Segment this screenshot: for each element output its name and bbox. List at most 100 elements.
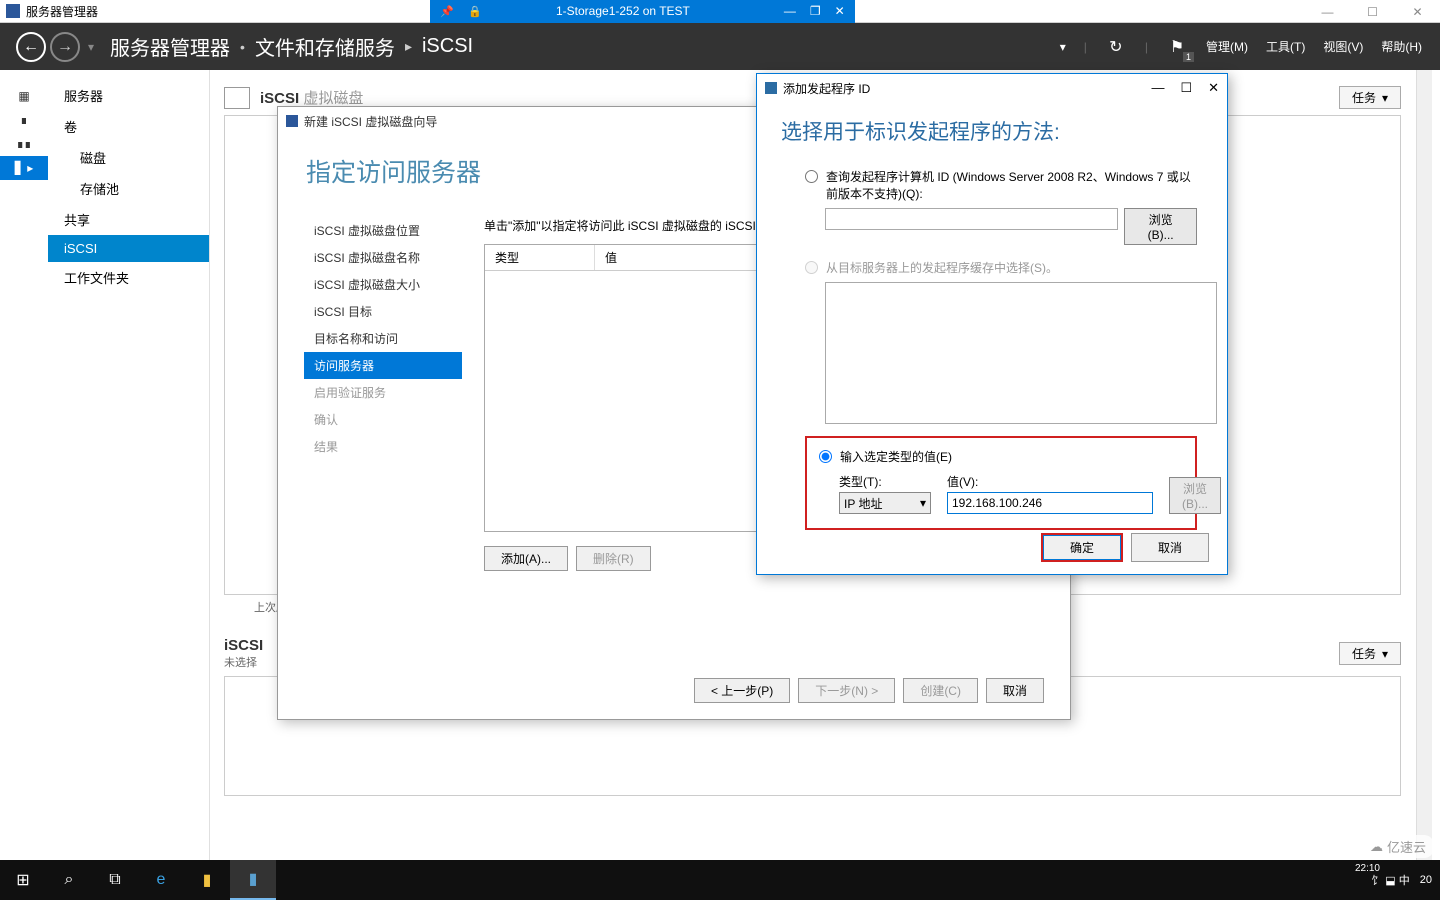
modal-titlebar[interactable]: 添加发起程序 ID — ☐ ✕ xyxy=(757,74,1227,102)
bc-files[interactable]: 文件和存储服务 xyxy=(255,32,395,61)
add-button[interactable]: 添加(A)... xyxy=(484,546,568,571)
nav-dropdown-icon[interactable]: ▾ xyxy=(84,40,94,54)
step-confirm: 确认 xyxy=(304,406,462,433)
nav-icon-local[interactable]: ∎ xyxy=(0,108,48,132)
cancel-button[interactable]: 取消 xyxy=(986,678,1044,703)
step-size[interactable]: iSCSI 虚拟磁盘大小 xyxy=(304,271,462,298)
opt1-label: 查询发起程序计算机 ID (Windows Server 2008 R2、Win… xyxy=(826,168,1197,202)
outer-close[interactable]: ✕ xyxy=(1395,0,1440,23)
flag-badge: 1 xyxy=(1183,52,1194,62)
step-name[interactable]: iSCSI 虚拟磁盘名称 xyxy=(304,244,462,271)
type-select[interactable]: IP 地址▾ xyxy=(839,492,931,514)
step-result: 结果 xyxy=(304,433,462,460)
chevron-down-icon: ▾ xyxy=(1382,647,1388,661)
ie-icon[interactable]: e xyxy=(138,860,184,900)
ok-button[interactable]: 确定 xyxy=(1043,535,1121,560)
opt3-label: 输入选定类型的值(E) xyxy=(840,448,1183,465)
watermark: ☁ 亿速云 xyxy=(1362,835,1434,858)
wizard-steps: iSCSI 虚拟磁盘位置 iSCSI 虚拟磁盘名称 iSCSI 虚拟磁盘大小 i… xyxy=(304,217,462,571)
step-location[interactable]: iSCSI 虚拟磁盘位置 xyxy=(304,217,462,244)
tree-servers[interactable]: 服务器 xyxy=(48,80,209,111)
tray-icons[interactable]: 饣 ⬓ 中 xyxy=(1371,872,1410,888)
opt2-label: 从目标服务器上的发起程序缓存中选择(S)。 xyxy=(826,259,1197,276)
left-nav-pane: ▦ ∎ ∎∎ ▋ ▸ 服务器 卷 磁盘 存储池 共享 iSCSI 工作文件夹 xyxy=(0,70,210,860)
refresh-separator: | xyxy=(1084,40,1087,54)
taskbar: ⊞ ⌕ ⧉ e ▮ ▮ 饣 ⬓ 中 20 22:10 xyxy=(0,860,1440,900)
section2-title: iSCSI xyxy=(224,637,263,654)
outer-minimize[interactable]: — xyxy=(1305,0,1350,23)
chevron-right-icon: • xyxy=(240,39,245,55)
header-dropdown-icon[interactable]: ▾ xyxy=(1060,40,1066,54)
tree-shares[interactable]: 共享 xyxy=(48,204,209,235)
radio-query[interactable] xyxy=(805,170,818,183)
tree-work[interactable]: 工作文件夹 xyxy=(48,262,209,293)
notifications-flag-icon[interactable]: ⚑1 xyxy=(1166,36,1188,58)
modal-header: 选择用于标识发起程序的方法: xyxy=(757,102,1227,156)
wizard-title: 新建 iSCSI 虚拟磁盘向导 xyxy=(304,113,437,130)
step-access[interactable]: 访问服务器 xyxy=(304,352,462,379)
tree-iscsi[interactable]: iSCSI xyxy=(48,235,209,262)
taskview-button[interactable]: ⧉ xyxy=(92,860,138,900)
bc-iscsi[interactable]: iSCSI xyxy=(422,35,473,58)
section1-title: iSCSI 虚拟磁盘 xyxy=(260,87,363,108)
pin-icon[interactable]: 📌 xyxy=(440,4,454,18)
browse-button-1[interactable]: 浏览(B)... xyxy=(1124,208,1197,245)
vm-titlebar: 服务器管理器 📌 🔒 1-Storage1-252 on TEST — ❐ ✕ … xyxy=(0,0,1440,23)
server-manager-task-icon[interactable]: ▮ xyxy=(230,860,276,900)
lock-icon[interactable]: 🔒 xyxy=(468,4,482,18)
refresh-icon[interactable]: ↻ xyxy=(1105,36,1127,58)
menu-view[interactable]: 视图(V) xyxy=(1323,38,1363,55)
browse-button-2: 浏览(B)... xyxy=(1169,477,1221,514)
ok-button-highlight: 确定 xyxy=(1041,533,1123,562)
main-scrollbar[interactable] xyxy=(1416,70,1432,860)
nav-back-button[interactable]: ← xyxy=(16,32,46,62)
clock[interactable]: 22:10 xyxy=(1355,863,1380,874)
server-manager-header: ← → ▾ 服务器管理器 • 文件和存储服务 ▸ iSCSI ▾ | ↻ | ⚑… xyxy=(0,23,1440,70)
nav-forward-button[interactable]: → xyxy=(50,32,80,62)
vm-connection-bar: 📌 🔒 1-Storage1-252 on TEST — ❐ ✕ xyxy=(430,0,855,23)
tasks-dropdown-2[interactable]: 任务▾ xyxy=(1339,642,1401,665)
tree-disks[interactable]: 磁盘 xyxy=(48,142,209,173)
remove-button: 删除(R) xyxy=(576,546,651,571)
app-title: 服务器管理器 xyxy=(26,3,98,20)
section2-sub: 未选择 xyxy=(224,654,263,670)
radio-cache xyxy=(805,261,818,274)
th-type[interactable]: 类型 xyxy=(485,245,595,270)
modal-cancel-button[interactable]: 取消 xyxy=(1131,533,1209,562)
tasks-dropdown-1[interactable]: 任务▾ xyxy=(1339,86,1401,109)
tree-pools[interactable]: 存储池 xyxy=(48,173,209,204)
menu-manage[interactable]: 管理(M) xyxy=(1206,38,1248,55)
vm-title: 1-Storage1-252 on TEST xyxy=(496,4,750,18)
search-button[interactable]: ⌕ xyxy=(46,860,92,900)
explorer-icon[interactable]: ▮ xyxy=(184,860,230,900)
modal-close[interactable]: ✕ xyxy=(1208,80,1219,96)
tree-volumes[interactable]: 卷 xyxy=(48,111,209,142)
vm-minimize-icon[interactable]: — xyxy=(784,4,796,18)
menu-help[interactable]: 帮助(H) xyxy=(1381,38,1422,55)
step-target[interactable]: iSCSI 目标 xyxy=(304,298,462,325)
modal-maximize[interactable]: ☐ xyxy=(1180,80,1192,96)
radio-enter-value[interactable] xyxy=(819,450,832,463)
start-button[interactable]: ⊞ xyxy=(0,860,46,900)
nav-icon-files[interactable]: ▋ ▸ xyxy=(0,156,48,180)
wizard-icon xyxy=(286,115,298,127)
nav-icon-all[interactable]: ∎∎ xyxy=(0,132,48,156)
chevron-down-icon: ▾ xyxy=(1382,91,1388,105)
menu-tools[interactable]: 工具(T) xyxy=(1266,38,1305,55)
vm-maximize-icon[interactable]: ❐ xyxy=(810,4,821,18)
value-input[interactable] xyxy=(947,492,1153,514)
step-target-name[interactable]: 目标名称和访问 xyxy=(304,325,462,352)
bc-root[interactable]: 服务器管理器 xyxy=(110,32,230,61)
step-auth: 启用验证服务 xyxy=(304,379,462,406)
tray-extra: 20 xyxy=(1420,874,1432,886)
modal-icon xyxy=(765,82,777,94)
prev-button[interactable]: < 上一步(P) xyxy=(694,678,790,703)
chevron-right-icon: ▸ xyxy=(405,38,412,55)
modal-minimize[interactable]: — xyxy=(1151,80,1164,96)
chevron-down-icon: ▾ xyxy=(920,496,926,510)
query-input[interactable] xyxy=(825,208,1118,230)
vm-close-icon[interactable]: ✕ xyxy=(835,4,845,18)
server-manager-icon xyxy=(6,4,20,18)
outer-maximize[interactable]: ☐ xyxy=(1350,0,1395,23)
nav-icon-dashboard[interactable]: ▦ xyxy=(0,84,48,108)
